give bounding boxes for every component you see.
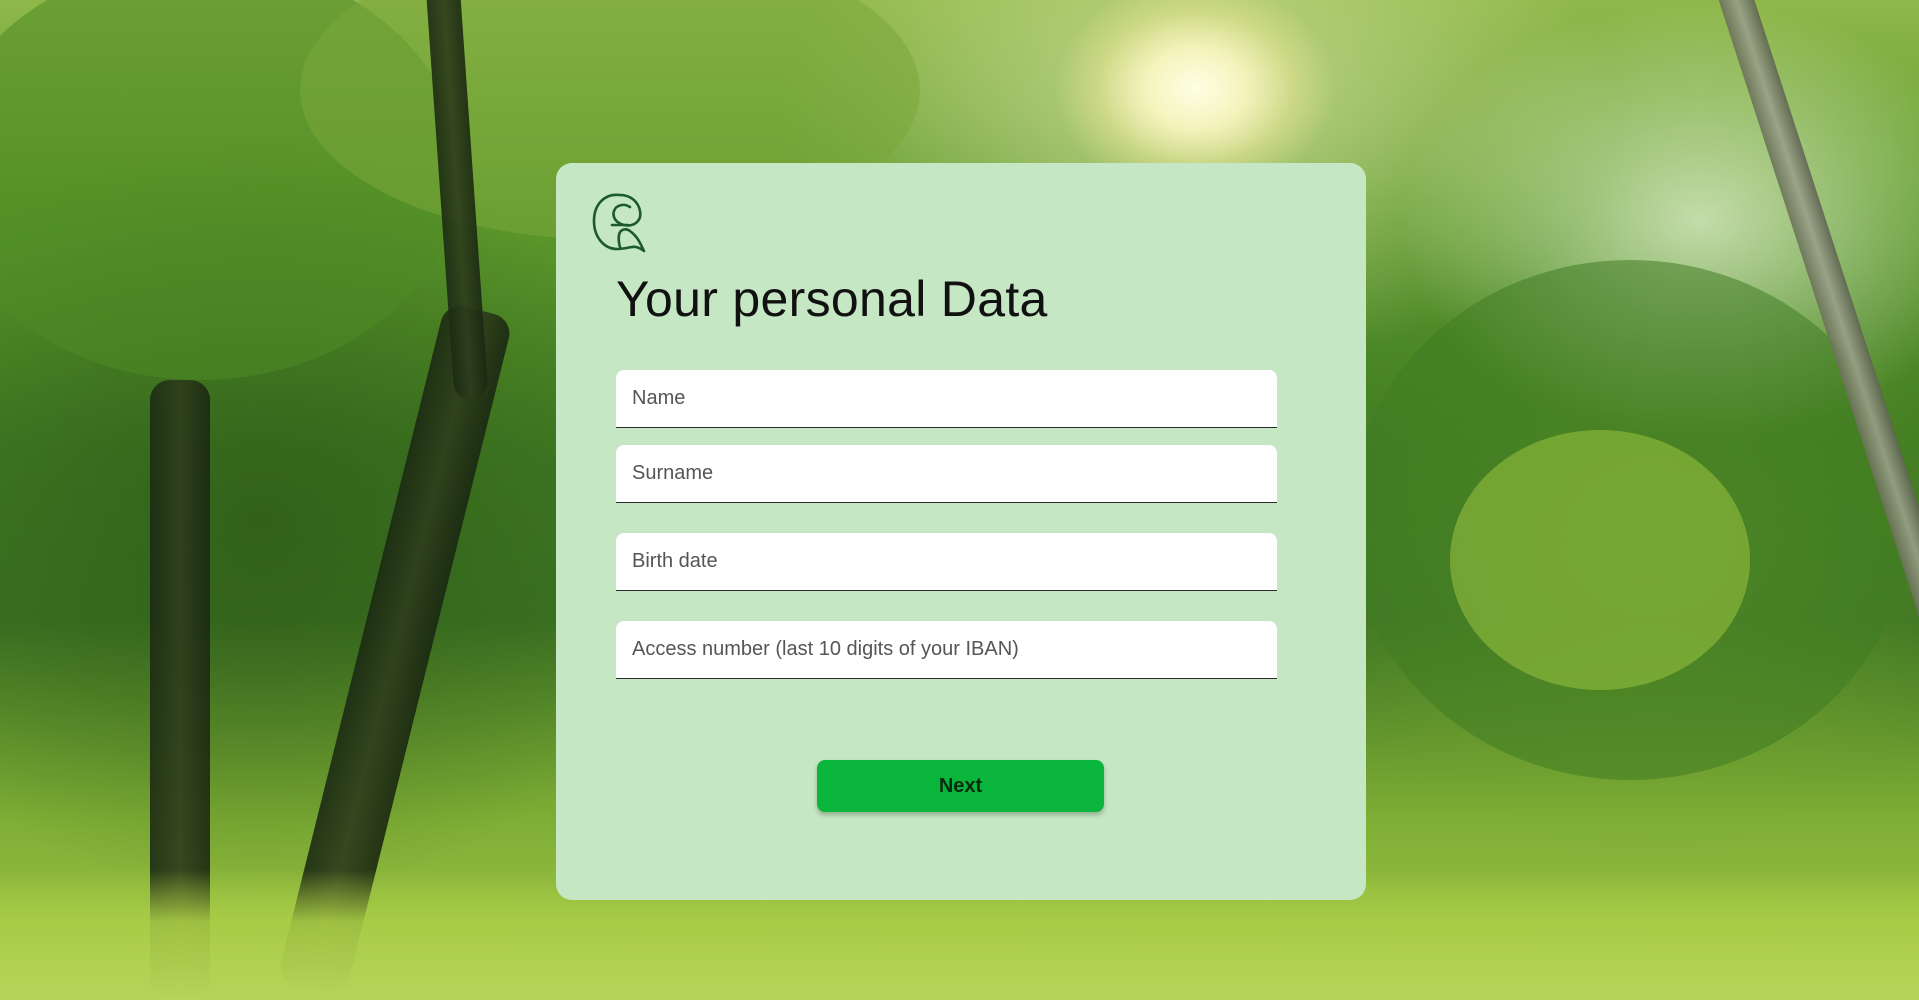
access-number-field[interactable] (616, 621, 1277, 679)
page-title: Your personal Data (616, 271, 1048, 327)
personal-data-card: Your personal Data Next (556, 163, 1366, 900)
access-number-input[interactable] (616, 621, 1277, 678)
name-input[interactable] (616, 370, 1277, 427)
birth-date-field[interactable] (616, 533, 1277, 591)
birth-date-input[interactable] (616, 533, 1277, 590)
surname-input[interactable] (616, 445, 1277, 502)
surname-field[interactable] (616, 445, 1277, 503)
name-field[interactable] (616, 370, 1277, 428)
leaf-g-logo-icon (592, 193, 646, 253)
foliage-shape (1450, 430, 1750, 690)
next-button[interactable]: Next (817, 760, 1104, 812)
